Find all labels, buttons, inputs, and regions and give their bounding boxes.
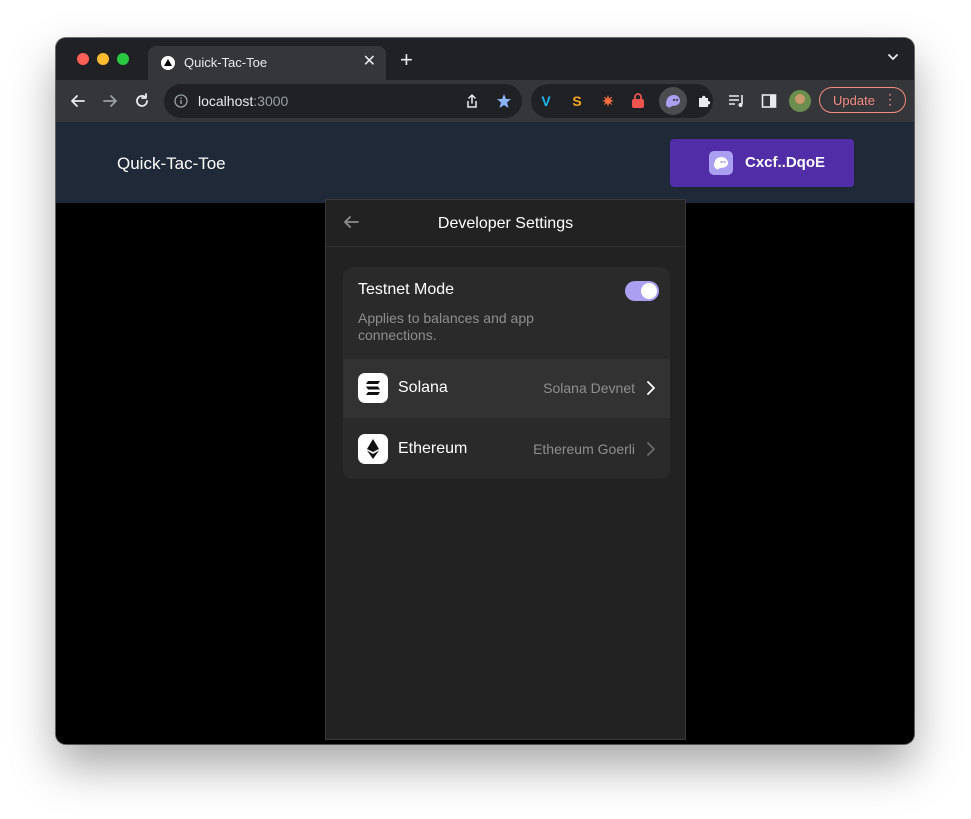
chain-network: Solana Devnet [543, 380, 635, 396]
tab-strip: Quick-Tac-Toe ✕ + [56, 38, 914, 80]
browser-window: Quick-Tac-Toe ✕ + localhost:3000 V S ✷ U… [56, 38, 914, 744]
zoom-window-button[interactable] [117, 53, 129, 65]
share-icon[interactable] [464, 93, 480, 114]
address-text: localhost:3000 [198, 93, 288, 109]
close-window-button[interactable] [77, 53, 89, 65]
chevron-right-icon [646, 381, 656, 400]
settings-card: Testnet Mode Applies to balances and app… [343, 267, 670, 479]
page-content: Quick-Tac-Toe Cxcf..DqoE Developer Setti… [56, 122, 914, 744]
s-extension-icon[interactable]: S [568, 92, 586, 110]
forward-arrow-icon[interactable] [100, 91, 120, 111]
testnet-mode-title: Testnet Mode [358, 281, 455, 298]
wallet-address: Cxcf..DqoE [745, 154, 826, 171]
popup-header: Developer Settings [326, 200, 685, 247]
address-bar[interactable]: localhost:3000 [164, 84, 522, 118]
update-label: Update [833, 93, 875, 108]
solana-logo-icon [358, 373, 388, 403]
address-port: :3000 [253, 93, 289, 109]
back-arrow-icon[interactable] [68, 91, 88, 111]
tab-close-icon[interactable]: ✕ [363, 53, 376, 71]
update-button[interactable]: Update ⋮ [819, 87, 906, 113]
extensions-puzzle-icon[interactable] [696, 92, 714, 110]
extensions-group: V S ✷ [531, 84, 713, 118]
chain-name: Ethereum [398, 440, 468, 457]
browser-toolbar: localhost:3000 V S ✷ Update ⋮ [56, 80, 914, 122]
testnet-mode-row: Testnet Mode Applies to balances and app… [343, 267, 670, 359]
tab-search-chevron-icon[interactable] [886, 50, 900, 69]
chain-row-ethereum[interactable]: Ethereum Ethereum Goerli [343, 420, 670, 479]
minimize-window-button[interactable] [97, 53, 109, 65]
more-menu-icon[interactable]: ⋮ [883, 91, 897, 107]
site-info-icon[interactable] [174, 94, 188, 113]
chain-network: Ethereum Goerli [533, 441, 635, 457]
testnet-mode-description: Applies to balances and app connections. [358, 310, 534, 343]
vercel-favicon-icon [161, 56, 175, 70]
phantom-ghost-icon [709, 151, 733, 175]
reading-list-icon[interactable] [728, 92, 746, 110]
popup-title: Developer Settings [437, 215, 574, 232]
site-title: Quick-Tac-Toe [117, 154, 226, 173]
address-host: localhost [198, 93, 254, 109]
chain-name: Solana [398, 379, 448, 396]
toggle-knob [641, 283, 657, 299]
side-panel-icon[interactable] [760, 92, 778, 110]
burst-extension-icon[interactable]: ✷ [599, 92, 617, 110]
bookmark-star-icon[interactable] [496, 93, 512, 114]
wallet-connect-button[interactable]: Cxcf..DqoE [670, 139, 854, 187]
new-tab-button[interactable]: + [400, 49, 413, 71]
phantom-extension-button[interactable] [659, 87, 687, 115]
site-header: Quick-Tac-Toe Cxcf..DqoE [56, 122, 914, 203]
chevron-right-icon [646, 442, 656, 461]
testnet-mode-toggle[interactable] [625, 281, 659, 301]
profile-avatar[interactable] [789, 90, 811, 112]
vimeo-extension-icon[interactable]: V [537, 92, 555, 110]
chain-row-solana[interactable]: Solana Solana Devnet [343, 359, 670, 418]
developer-settings-popup: Developer Settings Testnet Mode Applies … [325, 199, 686, 740]
lock-extension-icon[interactable] [629, 92, 647, 110]
ethereum-logo-icon [358, 434, 388, 464]
tab-quick-tac-toe[interactable]: Quick-Tac-Toe ✕ [148, 46, 386, 80]
reload-icon[interactable] [132, 91, 152, 111]
tab-title: Quick-Tac-Toe [184, 55, 268, 70]
